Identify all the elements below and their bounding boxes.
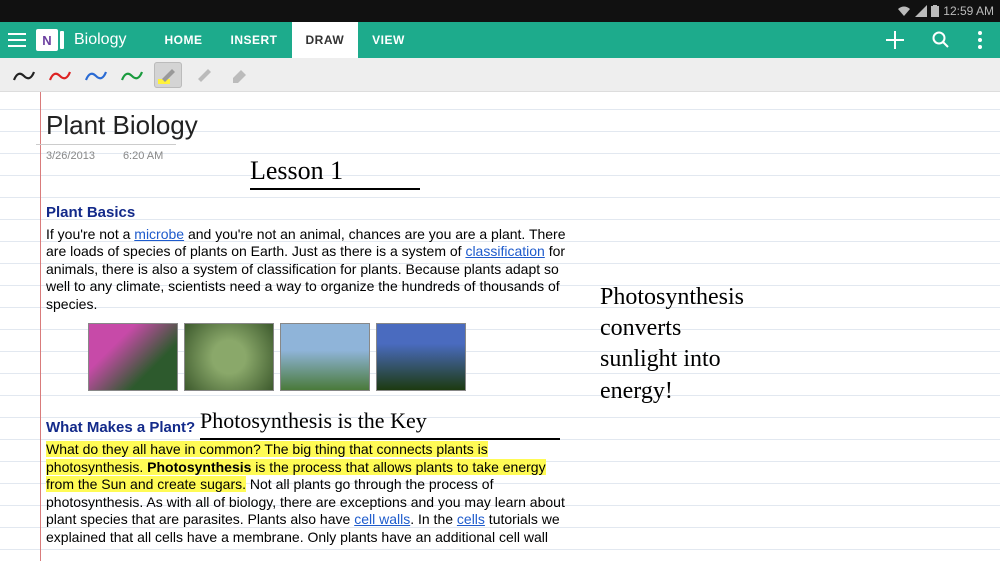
ribbon-tabs: HOME INSERT DRAW VIEW: [150, 22, 418, 58]
overflow-menu-button[interactable]: [978, 31, 982, 49]
pen-red[interactable]: [46, 62, 74, 88]
tab-view[interactable]: VIEW: [358, 22, 419, 58]
content-block[interactable]: Plant Basics If you're not a microbe and…: [46, 204, 576, 546]
ink-lesson-title: Lesson 1: [250, 156, 343, 186]
app-bar: N Biology HOME INSERT DRAW VIEW: [0, 22, 1000, 58]
paragraph-what-makes: What do they all have in common? The big…: [46, 441, 576, 546]
link-cell-walls[interactable]: cell walls: [354, 511, 410, 527]
ink-side-note: Photosynthesisconvertssunlight intoenerg…: [600, 282, 744, 407]
thumb-cactus: [280, 323, 370, 391]
tab-insert[interactable]: INSERT: [216, 22, 291, 58]
thumb-flower: [88, 323, 178, 391]
page-meta: 3/26/2013 6:20 AM: [46, 150, 163, 162]
pen-black[interactable]: [10, 62, 38, 88]
image-row: [88, 323, 576, 391]
add-button[interactable]: [886, 31, 904, 49]
heading-plant-basics: Plant Basics: [46, 204, 576, 223]
page-date: 3/26/2013: [46, 150, 95, 162]
ink-lesson-underline: [250, 188, 420, 190]
link-cells[interactable]: cells: [457, 511, 485, 527]
marker-tool[interactable]: [190, 62, 218, 88]
tab-draw[interactable]: DRAW: [292, 22, 359, 58]
pen-blue[interactable]: [82, 62, 110, 88]
signal-icon: [915, 5, 927, 17]
draw-toolbar: [0, 58, 1000, 92]
pen-green[interactable]: [118, 62, 146, 88]
wifi-icon: [897, 5, 911, 17]
link-classification[interactable]: classification: [465, 243, 544, 259]
thumb-tree: [376, 323, 466, 391]
ink-photosynthesis-key: Photosynthesis is the Key: [200, 408, 427, 434]
thumb-succulent: [184, 323, 274, 391]
ink-key-underline: [200, 438, 560, 440]
menu-button[interactable]: [8, 33, 26, 47]
status-time: 12:59 AM: [943, 4, 994, 18]
page-time: 6:20 AM: [123, 150, 163, 162]
paragraph-basics: If you're not a microbe and you're not a…: [46, 226, 576, 314]
margin-rule: [40, 92, 41, 561]
note-canvas[interactable]: Plant Biology 3/26/2013 6:20 AM Lesson 1…: [0, 92, 1000, 561]
eraser-tool[interactable]: [226, 62, 254, 88]
link-microbe[interactable]: microbe: [134, 226, 184, 242]
onenote-logo-icon: N: [36, 29, 58, 51]
page-title[interactable]: Plant Biology: [46, 110, 198, 141]
notebook-title[interactable]: Biology: [74, 31, 126, 49]
android-status-bar: 12:59 AM: [0, 0, 1000, 22]
title-underline: [36, 144, 176, 145]
battery-icon: [931, 5, 939, 17]
search-button[interactable]: [932, 31, 950, 49]
tab-home[interactable]: HOME: [150, 22, 216, 58]
highlighter-yellow[interactable]: [154, 62, 182, 88]
